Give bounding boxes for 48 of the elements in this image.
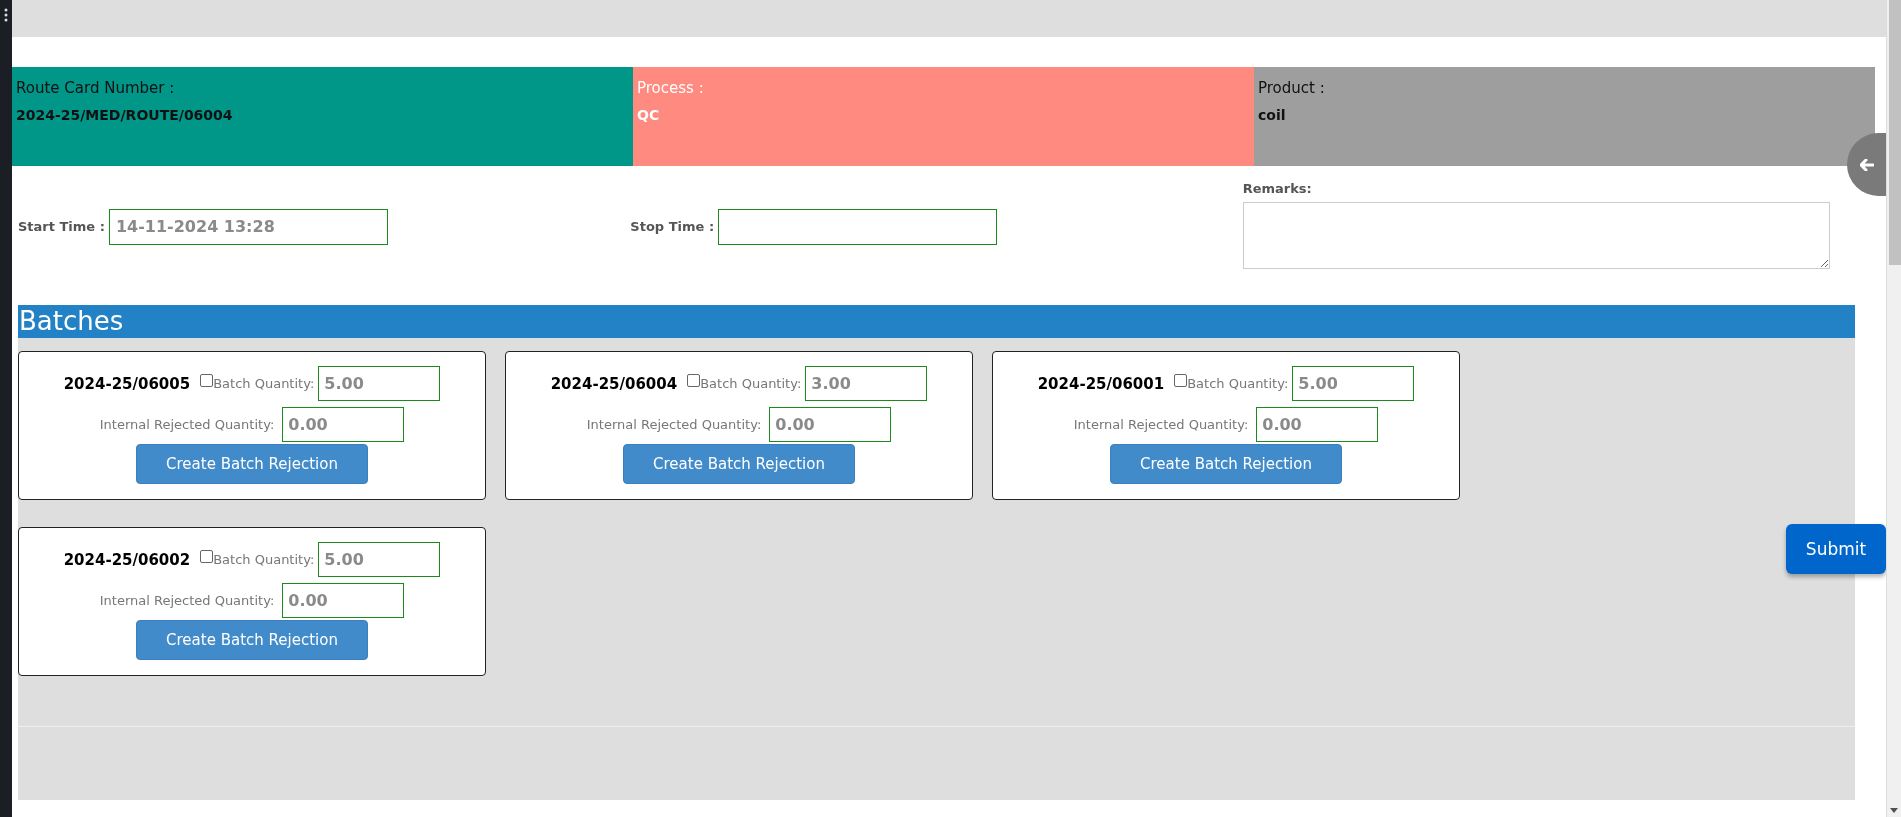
batch-number: 2024-25/06002: [63, 550, 191, 569]
create-rejection-button[interactable]: Create Batch Rejection: [1110, 444, 1342, 484]
info-value: QC: [637, 107, 661, 123]
create-rejection-button[interactable]: Create Batch Rejection: [136, 444, 368, 484]
rejected-quantity-label: Internal Rejected Quantity:: [99, 593, 275, 608]
info-value: 2024-25/MED/ROUTE/06004: [16, 107, 234, 123]
batch-quantity-field[interactable]: 5.00: [318, 542, 441, 577]
create-rejection-button[interactable]: Create Batch Rejection: [136, 620, 368, 660]
remarks-field[interactable]: [1242, 202, 1830, 269]
scrollbar[interactable]: [1886, 0, 1901, 817]
section-heading: Batches: [18, 305, 1855, 338]
batch-quantity-label: Batch Quantity:: [1187, 376, 1289, 391]
create-rejection-button[interactable]: Create Batch Rejection: [623, 444, 855, 484]
scrollbar-thumb[interactable]: [1889, 0, 1901, 265]
batch-quantity-label: Batch Quantity:: [213, 552, 315, 567]
rejected-quantity-field[interactable]: 0.00: [282, 407, 405, 442]
rejected-quantity-label: Internal Rejected Quantity:: [99, 417, 275, 432]
rejected-quantity-field[interactable]: 0.00: [1256, 407, 1379, 442]
info-label: Product :: [1258, 79, 1326, 97]
batch-quantity-field[interactable]: 3.00: [805, 366, 928, 401]
batch-quantity-field[interactable]: 5.00: [1292, 366, 1415, 401]
stop-time-label: Stop Time :: [630, 219, 715, 234]
stop-time-field[interactable]: [718, 208, 998, 245]
batch-number: 2024-25/06001: [1037, 374, 1165, 393]
start-time-field[interactable]: 14-11-2024 13:28: [108, 208, 388, 245]
scroll-down-icon[interactable]: [1890, 808, 1898, 813]
rejected-quantity-field[interactable]: 0.00: [769, 407, 892, 442]
collapse-tab[interactable]: [1847, 133, 1886, 196]
batch-number: 2024-25/06004: [550, 374, 678, 393]
rejected-quantity-field[interactable]: 0.00: [282, 583, 405, 618]
checkbox[interactable]: [1174, 374, 1188, 387]
rejected-quantity-label: Internal Rejected Quantity:: [1073, 417, 1249, 432]
batch-quantity-label: Batch Quantity:: [213, 376, 315, 391]
info-value: coil: [1258, 107, 1287, 123]
checkbox[interactable]: [200, 550, 214, 563]
remarks-label: Remarks:: [1242, 181, 1313, 196]
info-label: Route Card Number :: [16, 79, 176, 97]
batch-quantity-field[interactable]: 5.00: [318, 366, 441, 401]
start-time-label: Start Time :: [18, 219, 105, 234]
submit-button[interactable]: Submit: [1786, 524, 1886, 574]
rejected-quantity-label: Internal Rejected Quantity:: [586, 417, 762, 432]
info-label: Process :: [637, 79, 705, 97]
vertical-dots-icon[interactable]: [4, 8, 8, 22]
batch-quantity-label: Batch Quantity:: [700, 376, 802, 391]
batch-number: 2024-25/06005: [63, 374, 191, 393]
left-arrow-icon: [1859, 158, 1874, 171]
checkbox[interactable]: [687, 374, 701, 387]
checkbox[interactable]: [200, 374, 214, 387]
